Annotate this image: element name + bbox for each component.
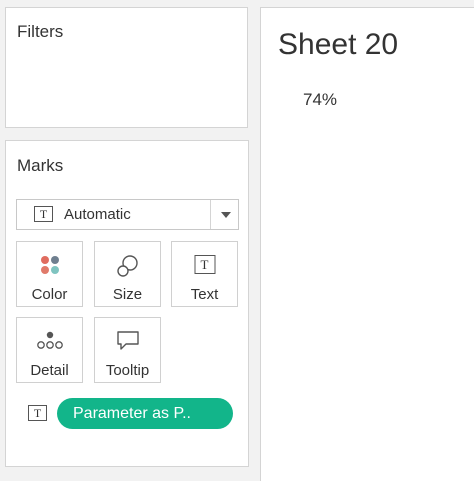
parameter-pill[interactable]: Parameter as P.. bbox=[57, 398, 233, 429]
chevron-down-icon[interactable] bbox=[221, 212, 231, 218]
detail-button[interactable]: Detail bbox=[16, 317, 83, 383]
marks-card: Marks T Automatic Color Size T Text Deta… bbox=[5, 140, 249, 467]
detail-dots-icon bbox=[36, 331, 63, 349]
text-mark-value[interactable]: 74% bbox=[303, 90, 337, 110]
marks-title: Marks bbox=[17, 156, 64, 175]
color-label: Color bbox=[31, 286, 68, 303]
filters-title: Filters bbox=[17, 22, 64, 41]
text-mark-icon: T bbox=[194, 255, 215, 274]
color-button[interactable]: Color bbox=[16, 241, 83, 307]
worksheet-view: Sheet 20 74% bbox=[260, 7, 474, 481]
text-label: Text bbox=[190, 286, 219, 303]
size-label: Size bbox=[112, 286, 143, 303]
text-mark-icon: T bbox=[28, 405, 47, 421]
size-button[interactable]: Size bbox=[94, 241, 161, 307]
text-button[interactable]: T Text bbox=[171, 241, 238, 307]
tooltip-button[interactable]: Tooltip bbox=[94, 317, 161, 383]
color-dots-icon bbox=[40, 256, 59, 274]
detail-label: Detail bbox=[30, 362, 69, 379]
tooltip-label: Tooltip bbox=[105, 362, 150, 379]
text-mark-icon: T bbox=[34, 206, 53, 222]
mark-type-dropdown[interactable]: T Automatic bbox=[16, 199, 239, 230]
filters-shelf[interactable]: Filters bbox=[5, 7, 248, 128]
sheet-title[interactable]: Sheet 20 bbox=[278, 28, 398, 62]
tooltip-bubble-icon bbox=[116, 331, 139, 350]
mark-type-label: Automatic bbox=[64, 206, 131, 223]
dropdown-divider bbox=[210, 200, 211, 229]
tableau-worksheet: Filters Marks T Automatic Color Size T T… bbox=[0, 0, 474, 481]
size-circles-icon bbox=[116, 255, 138, 277]
